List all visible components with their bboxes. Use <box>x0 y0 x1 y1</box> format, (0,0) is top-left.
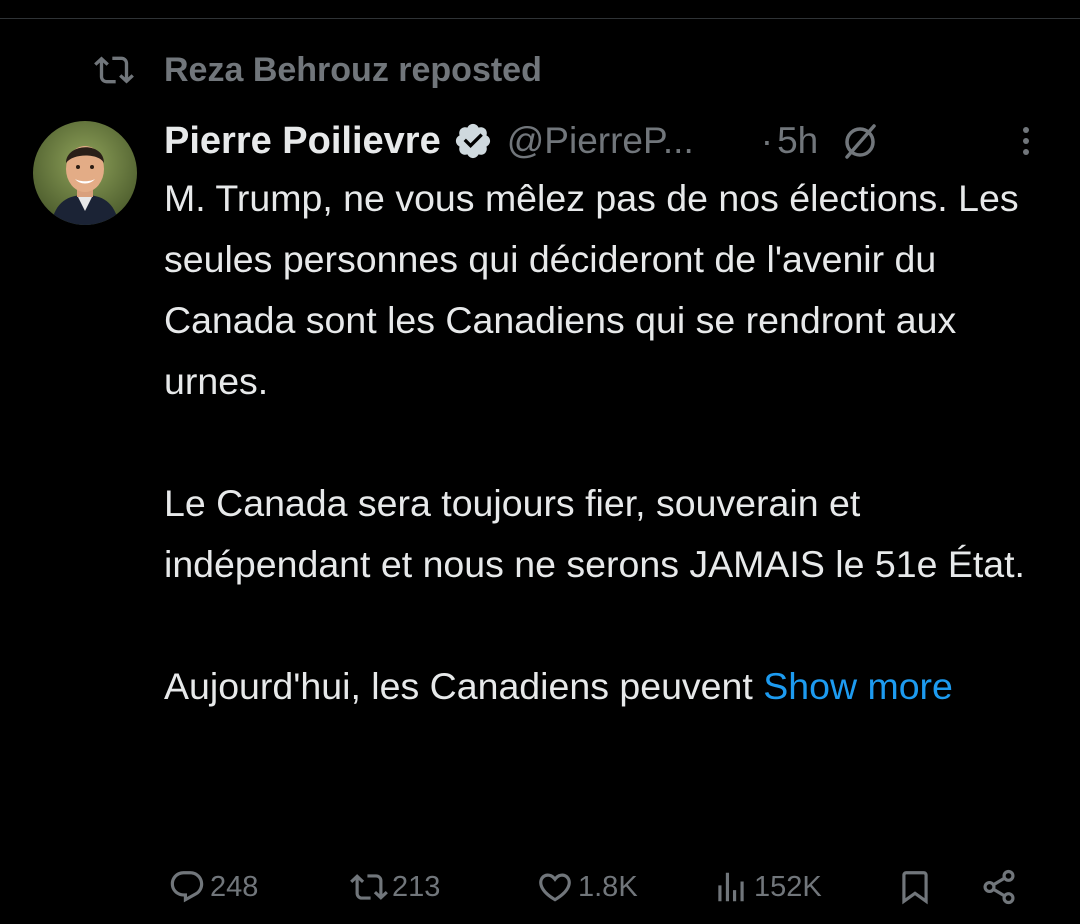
share-button[interactable] <box>980 862 1022 912</box>
display-name[interactable]: Pierre Poilievre <box>164 120 441 163</box>
share-icon <box>983 869 1015 905</box>
avatar[interactable] <box>33 121 137 225</box>
reply-count: 248 <box>210 870 259 903</box>
timestamp[interactable]: 5h <box>777 120 818 162</box>
reply-button[interactable]: 248 <box>168 862 258 912</box>
show-more-link[interactable]: Show more <box>763 665 953 707</box>
heart-icon <box>539 873 571 902</box>
like-button[interactable]: 1.8K <box>536 862 638 912</box>
verified-badge-icon[interactable] <box>453 121 493 161</box>
repost-icon <box>94 56 134 84</box>
tweet-paragraph: M. Trump, ne vous mêlez pas de nos élect… <box>164 177 1019 402</box>
bookmark-button[interactable] <box>896 862 938 912</box>
top-divider <box>0 0 1080 19</box>
views-chart-icon <box>718 872 744 902</box>
repost-icon <box>350 874 388 900</box>
tweet-paragraph-truncated: Aujourd'hui, les Canadiens peuvent Show … <box>164 656 1054 717</box>
repost-button[interactable]: 213 <box>350 862 440 912</box>
repost-count: 213 <box>392 870 441 903</box>
tweet-text: M. Trump, ne vous mêlez pas de nos élect… <box>164 168 1054 717</box>
more-options-icon[interactable] <box>1016 121 1036 161</box>
tweet-paragraph: Le Canada sera toujours fier, souverain … <box>164 482 1025 585</box>
like-count: 1.8K <box>578 870 638 903</box>
user-handle[interactable]: @PierreP... <box>507 120 733 162</box>
reply-icon <box>170 871 204 903</box>
tweet-paragraph: Aujourd'hui, les Canadiens peuvent <box>164 665 764 707</box>
separator-dot: · <box>760 120 774 161</box>
tweet-header: Pierre Poilievre @PierreP... · 5h <box>164 113 1064 169</box>
views-count: 152K <box>754 870 822 903</box>
action-bar: 248 213 1.8K 152K <box>168 862 1048 912</box>
grok-icon[interactable] <box>840 121 880 161</box>
repost-context[interactable]: Reza Behrouz reposted <box>94 48 542 92</box>
bookmark-icon <box>902 871 928 905</box>
repost-label: Reza Behrouz reposted <box>164 50 542 89</box>
avatar-image <box>33 121 137 225</box>
views-button[interactable]: 152K <box>712 862 822 912</box>
